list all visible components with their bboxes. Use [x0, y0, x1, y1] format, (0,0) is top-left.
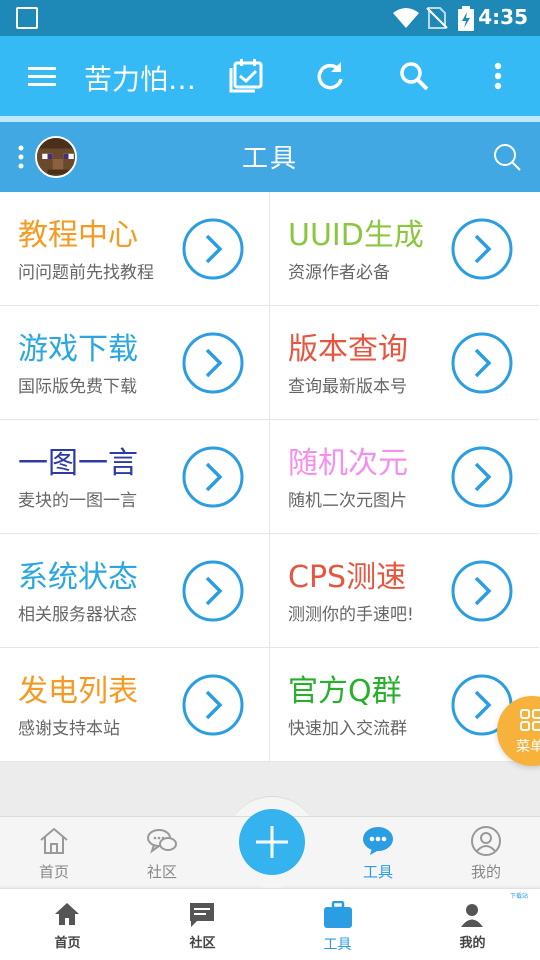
toolbox-icon	[324, 901, 352, 928]
inner-nav-label: 首页	[38, 863, 69, 881]
inner-nav-label: 工具	[362, 863, 393, 881]
tool-card-cps-test[interactable]: CPS测速 测测你的手速吧!	[269, 534, 539, 648]
tool-card-image-quote[interactable]: 一图一言 麦块的一图一言	[0, 420, 270, 534]
tool-title: 游戏下载	[18, 332, 138, 367]
tool-card-uuid[interactable]: UUID生成 资源作者必备	[269, 192, 539, 306]
tool-title: 版本查询	[288, 332, 408, 367]
refresh-icon[interactable]	[310, 56, 350, 96]
tool-title: 随机次元	[288, 446, 408, 481]
chat-dots-icon	[363, 827, 393, 855]
tool-title: 系统状态	[18, 560, 138, 595]
image-notification-icon	[16, 7, 38, 29]
tool-card-sponsor-list[interactable]: 发电列表 感谢支持本站	[0, 648, 270, 762]
outer-nav-label: 工具	[323, 937, 352, 953]
user-circle-icon	[471, 826, 501, 856]
tool-subtitle: 感谢支持本站	[18, 719, 120, 739]
page-title: 工具	[241, 144, 298, 174]
tool-card-random-anime[interactable]: 随机次元 随机二次元图片	[269, 420, 539, 534]
wifi-icon	[393, 8, 419, 28]
chevron-right-circle-icon[interactable]	[451, 332, 513, 394]
outer-nav-community[interactable]: 社区	[135, 889, 270, 960]
tool-title: 教程中心	[18, 218, 138, 253]
chevron-right-circle-icon[interactable]	[182, 674, 244, 736]
outer-nav-tools[interactable]: 工具	[270, 889, 405, 960]
more-vert-icon[interactable]	[478, 56, 518, 96]
tool-subtitle: 查询最新版本号	[288, 377, 407, 397]
tool-card-tutorial[interactable]: 教程中心 问问题前先找教程	[0, 192, 270, 306]
outer-nav-home[interactable]: 首页	[0, 889, 135, 960]
tool-title: CPS测速	[288, 560, 407, 595]
inner-nav-tools[interactable]: 工具	[324, 817, 432, 887]
chat-bubbles-icon	[147, 829, 177, 854]
person-icon	[461, 904, 483, 927]
app-title: 苦力怕…	[84, 63, 197, 96]
tool-title: 官方Q群	[288, 674, 402, 709]
search-icon[interactable]	[492, 142, 522, 172]
tool-card-system-status[interactable]: 系统状态 相关服务器状态	[0, 534, 270, 648]
battery-charging-icon	[458, 6, 474, 31]
download-site-tag: 下载站	[509, 893, 528, 900]
search-icon[interactable]	[394, 56, 434, 96]
outer-bottom-nav: 首页 社区 工具 我的 下载站	[0, 888, 540, 960]
inner-nav-profile[interactable]: 我的	[432, 817, 540, 887]
home-outline-icon	[40, 827, 68, 854]
chevron-right-circle-icon[interactable]	[182, 446, 244, 508]
chevron-right-circle-icon[interactable]	[451, 218, 513, 280]
tool-card-version-query[interactable]: 版本查询 查询最新版本号	[269, 306, 539, 420]
add-button[interactable]	[239, 809, 305, 875]
chevron-right-circle-icon[interactable]	[182, 218, 244, 280]
outer-nav-label: 首页	[54, 936, 81, 951]
tool-subtitle: 相关服务器状态	[18, 605, 137, 625]
message-icon	[190, 903, 214, 927]
inner-nav-label: 我的	[470, 863, 501, 881]
tool-subtitle: 麦块的一图一言	[18, 491, 137, 511]
tool-subtitle: 随机二次元图片	[288, 491, 407, 511]
hamburger-menu-icon[interactable]	[22, 56, 62, 96]
status-bar: 4:35	[0, 0, 540, 36]
inner-nav-label: 社区	[146, 863, 177, 881]
chevron-right-circle-icon[interactable]	[451, 446, 513, 508]
outer-nav-label: 社区	[189, 936, 216, 951]
home-icon	[55, 903, 79, 925]
chevron-right-circle-icon[interactable]	[451, 560, 513, 622]
chevron-right-circle-icon[interactable]	[182, 332, 244, 394]
tool-subtitle: 国际版免费下载	[18, 377, 137, 397]
tools-header: 工具	[0, 122, 540, 192]
inner-nav-home[interactable]: 首页	[0, 817, 108, 887]
tool-card-qq-group[interactable]: 官方Q群 快速加入交流群	[269, 648, 539, 762]
floating-menu-label: 菜单	[516, 739, 540, 755]
outer-nav-label: 我的	[459, 936, 486, 951]
tool-grid: 教程中心 问问题前先找教程 UUID生成 资源作者必备 游戏下载 国际版免费下载…	[0, 192, 540, 762]
tool-title: UUID生成	[288, 218, 424, 253]
tool-title: 一图一言	[18, 446, 138, 481]
tool-subtitle: 问问题前先找教程	[18, 263, 154, 283]
tool-title: 发电列表	[18, 674, 138, 709]
inner-nav-community[interactable]: 社区	[108, 817, 216, 887]
plus-icon	[256, 826, 288, 858]
no-sim-icon	[426, 7, 448, 29]
clock: 4:35	[478, 5, 528, 29]
tool-subtitle: 快速加入交流群	[288, 719, 407, 739]
chevron-right-circle-icon[interactable]	[182, 560, 244, 622]
grid-icon	[520, 709, 540, 731]
tool-subtitle: 资源作者必备	[288, 263, 390, 283]
app-bar: 苦力怕…	[0, 36, 540, 116]
tool-card-game-download[interactable]: 游戏下载 国际版免费下载	[0, 306, 270, 420]
tool-subtitle: 测测你的手速吧!	[288, 605, 414, 625]
calendar-check-icon[interactable]	[226, 56, 266, 96]
